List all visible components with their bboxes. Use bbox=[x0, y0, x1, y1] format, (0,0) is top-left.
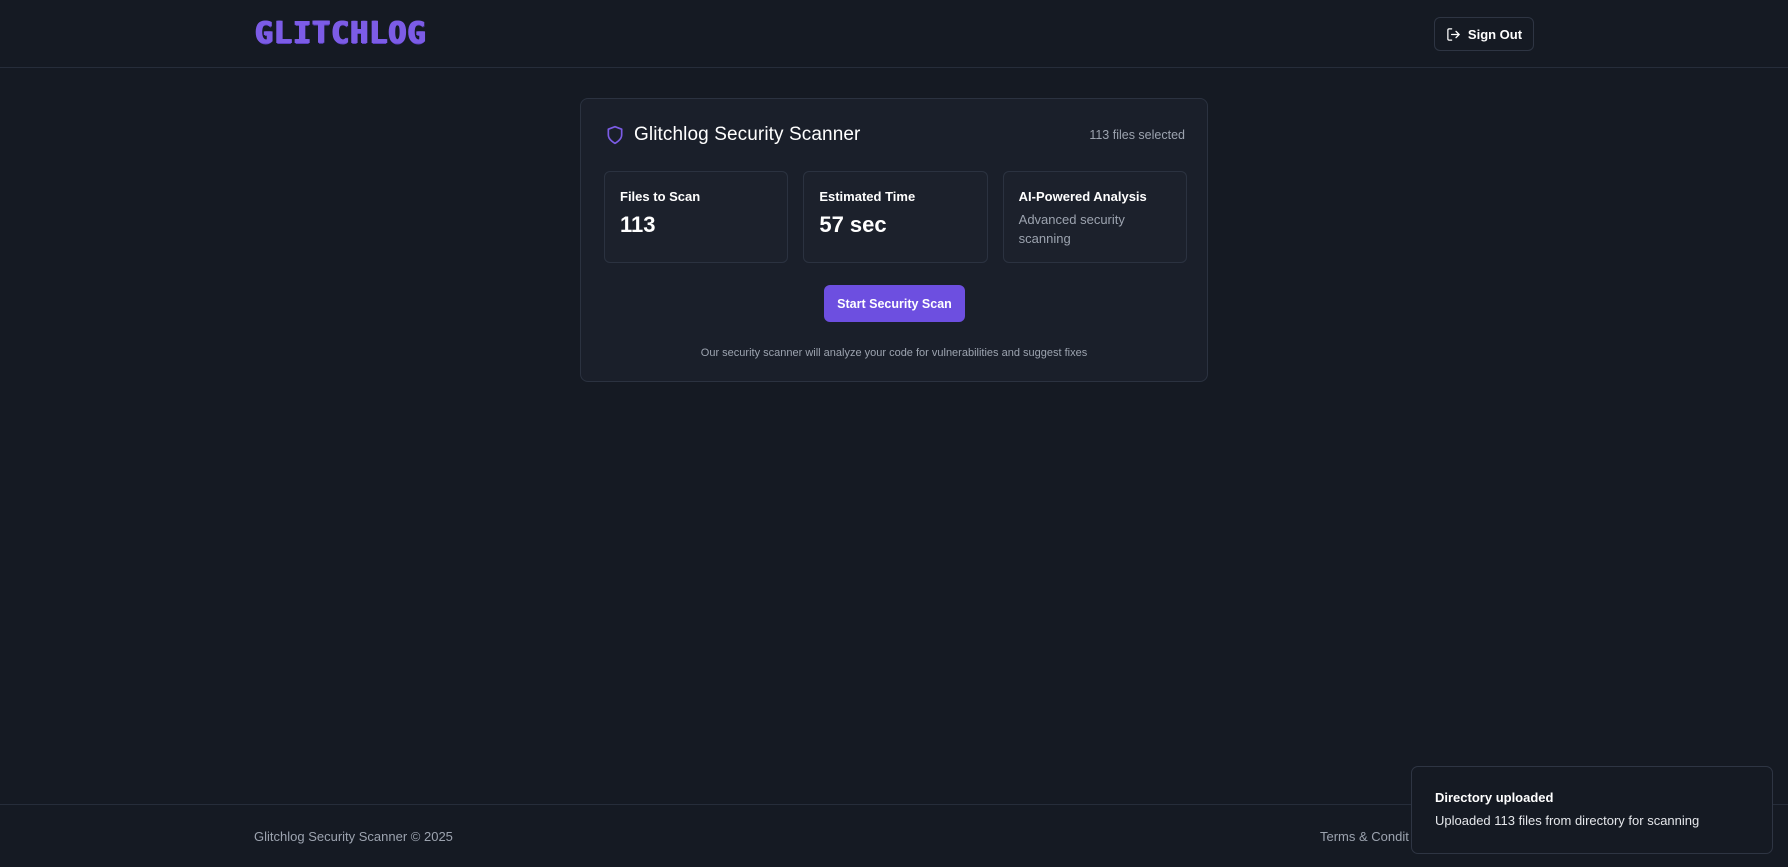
stat-description: Advanced security scanning bbox=[1018, 212, 1125, 246]
shield-icon bbox=[607, 125, 623, 145]
toast-message: Uploaded 113 files from directory for sc… bbox=[1435, 813, 1700, 828]
upload-toast[interactable]: Directory uploaded Uploaded 113 files fr… bbox=[1411, 766, 1773, 854]
stat-value: 57 sec bbox=[819, 212, 887, 237]
stat-label: AI-Powered Analysis bbox=[1018, 189, 1147, 204]
stat-ai-analysis: AI-Powered Analysis Advanced security sc… bbox=[1002, 171, 1187, 263]
stat-files-to-scan: Files to Scan 113 bbox=[604, 171, 789, 263]
sign-out-label: Sign Out bbox=[1467, 26, 1523, 42]
sign-out-button[interactable]: Sign Out bbox=[1434, 17, 1534, 51]
stat-label: Estimated Time bbox=[819, 189, 916, 204]
glitchlog-logo[interactable]: GLITCHLOG bbox=[255, 14, 427, 52]
scanner-title: Glitchlog Security Scanner bbox=[634, 124, 861, 145]
toast-title: Directory uploaded bbox=[1435, 790, 1554, 805]
top-header: GLITCHLOG Sign Out bbox=[0, 0, 1788, 68]
files-selected-count: 113 files selected bbox=[1089, 128, 1185, 142]
stat-label: Files to Scan bbox=[620, 189, 701, 204]
stat-estimated-time: Estimated Time 57 sec bbox=[803, 171, 988, 263]
page: GLITCHLOG Sign Out Glitchlog Security Sc… bbox=[0, 0, 1788, 867]
start-security-scan-button[interactable]: Start Security Scan bbox=[824, 285, 965, 322]
footer-copyright: Glitchlog Security Scanner © 2025 bbox=[254, 829, 453, 844]
log-out-icon bbox=[1447, 27, 1460, 41]
stats-row: Files to Scan 113 Estimated Time 57 sec … bbox=[604, 171, 1187, 263]
terms-link[interactable]: Terms & Condit bbox=[1320, 829, 1409, 844]
security-scanner-card: Glitchlog Security Scanner 113 files sel… bbox=[580, 98, 1208, 382]
stat-value: 113 bbox=[620, 212, 656, 237]
scanner-note: Our security scanner will analyze your c… bbox=[700, 347, 1088, 359]
card-header: Glitchlog Security Scanner 113 files sel… bbox=[605, 123, 1185, 147]
